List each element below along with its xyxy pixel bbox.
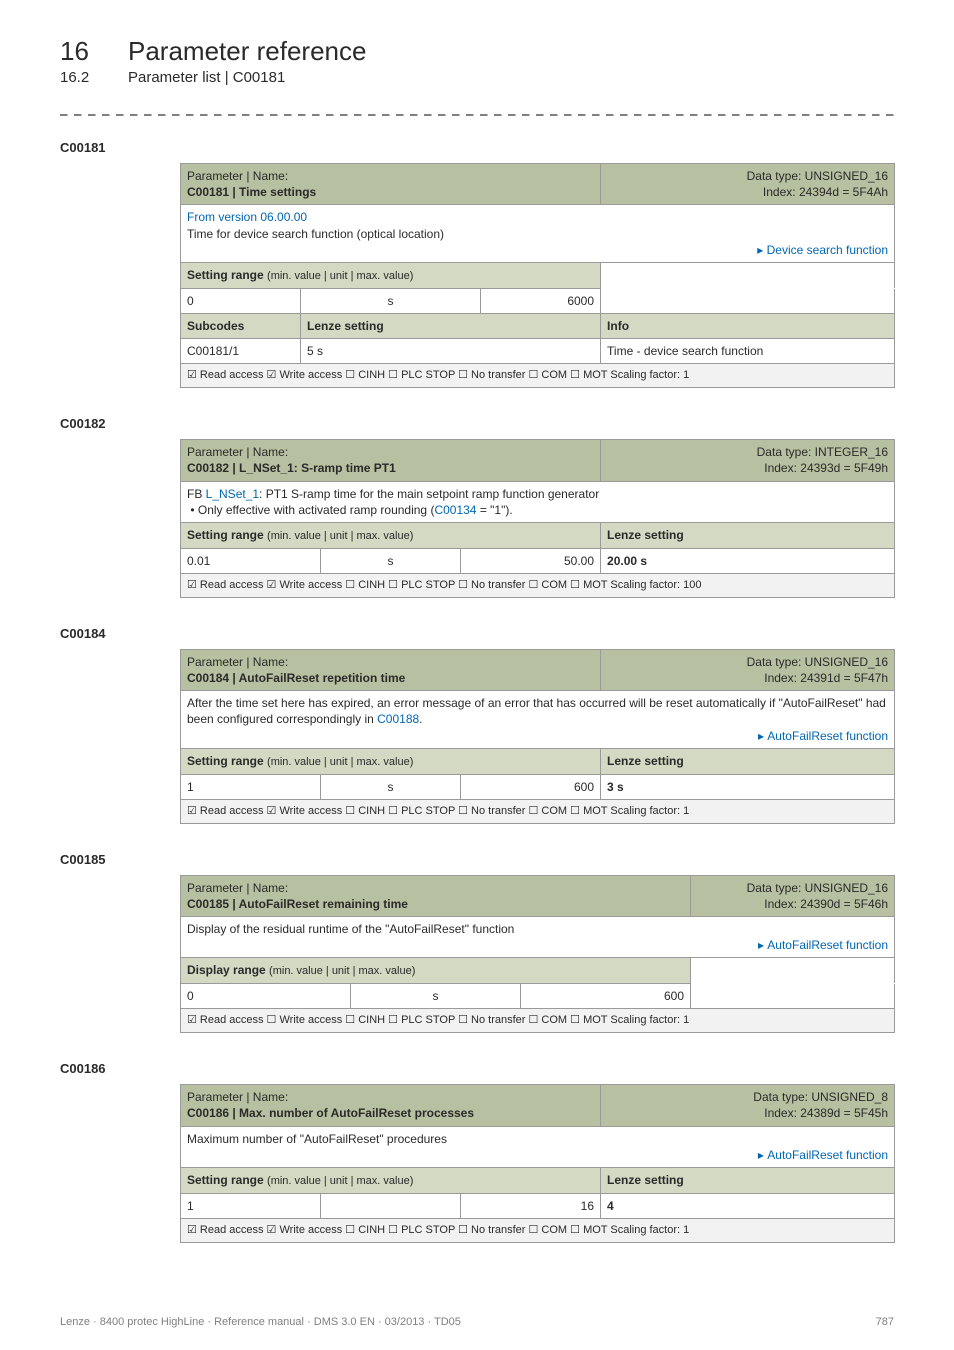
c186-desc: Maximum number of "AutoFailReset" proced… bbox=[187, 1131, 888, 1147]
param-name-c00182: C00182 | L_NSet_1: S-ramp time PT1 bbox=[187, 460, 594, 476]
c186-access: ☑ Read access ☑ Write access ☐ CINH ☐ PL… bbox=[181, 1219, 895, 1243]
lenze-setting-label: Lenze setting bbox=[601, 522, 895, 548]
param-heading-c00182: C00182 bbox=[60, 416, 894, 431]
table-c00186: Parameter | Name: C00186 | Max. number o… bbox=[180, 1084, 895, 1243]
c184-access: ☑ Read access ☑ Write access ☐ CINH ☐ PL… bbox=[181, 799, 895, 823]
setting-range-label: Setting range bbox=[187, 754, 264, 768]
c185-min: 0 bbox=[181, 984, 351, 1009]
c184-min: 1 bbox=[181, 774, 321, 799]
param-name-label: Parameter | Name: bbox=[187, 654, 594, 670]
c182-max: 50.00 bbox=[461, 548, 601, 573]
param-name-c00185: C00185 | AutoFailReset remaining time bbox=[187, 896, 684, 912]
link-autofailreset-function[interactable]: AutoFailReset function bbox=[758, 729, 888, 743]
param-name-label: Parameter | Name: bbox=[187, 1089, 594, 1105]
chapter-title: Parameter reference bbox=[128, 36, 366, 67]
lenze-setting-col-label: Lenze setting bbox=[301, 313, 601, 338]
param-heading-c00186: C00186 bbox=[60, 1061, 894, 1076]
index-c00186: Index: 24389d = 5F45h bbox=[607, 1105, 888, 1121]
param-heading-c00185: C00185 bbox=[60, 852, 894, 867]
c181-subcode: C00181/1 bbox=[181, 339, 301, 364]
dtype-c00185: Data type: UNSIGNED_16 bbox=[697, 880, 888, 896]
c181-max: 6000 bbox=[481, 288, 601, 313]
index-c00181: Index: 24394d = 5F4Ah bbox=[607, 184, 888, 200]
setting-range-suffix: (min. value | unit | max. value) bbox=[267, 530, 413, 542]
c184-desc1: After the time set here has expired, an … bbox=[187, 696, 886, 726]
c181-min: 0 bbox=[181, 288, 301, 313]
index-c00182: Index: 24393d = 5F49h bbox=[607, 460, 888, 476]
lenze-setting-label: Lenze setting bbox=[601, 748, 895, 774]
c185-max: 600 bbox=[521, 984, 691, 1009]
link-device-search-function[interactable]: Device search function bbox=[757, 243, 888, 257]
c185-desc: Display of the residual runtime of the "… bbox=[187, 921, 888, 937]
desc-c00181: Time for device search function (optical… bbox=[187, 226, 888, 242]
c182-min: 0.01 bbox=[181, 548, 321, 573]
c184-lenze: 3 s bbox=[607, 780, 624, 794]
index-c00185: Index: 24390d = 5F46h bbox=[697, 896, 888, 912]
c184-max: 600 bbox=[461, 774, 601, 799]
c182-fb-rest: : PT1 S-ramp time for the main setpoint … bbox=[259, 487, 599, 501]
dtype-c00186: Data type: UNSIGNED_8 bbox=[607, 1089, 888, 1105]
dtype-c00182: Data type: INTEGER_16 bbox=[607, 444, 888, 460]
index-c00184: Index: 24391d = 5F47h bbox=[607, 670, 888, 686]
param-name-c00186: C00186 | Max. number of AutoFailReset pr… bbox=[187, 1105, 594, 1121]
c184-desc2: . bbox=[419, 712, 422, 726]
param-name-label: Parameter | Name: bbox=[187, 880, 684, 896]
c182-access: ☑ Read access ☑ Write access ☐ CINH ☐ PL… bbox=[181, 573, 895, 597]
page-number: 787 bbox=[876, 1316, 894, 1328]
setting-range-suffix: (min. value | unit | max. value) bbox=[267, 270, 413, 282]
c186-min: 1 bbox=[181, 1193, 321, 1218]
table-c00184: Parameter | Name: C00184 | AutoFailReset… bbox=[180, 649, 895, 824]
link-c00188[interactable]: C00188 bbox=[377, 712, 419, 726]
param-name-label: Parameter | Name: bbox=[187, 444, 594, 460]
lenze-setting-label: Lenze setting bbox=[601, 1168, 895, 1194]
param-name-c00181: C00181 | Time settings bbox=[187, 184, 594, 200]
link-autofailreset-function[interactable]: AutoFailReset function bbox=[758, 938, 888, 952]
table-c00181: Parameter | Name: C00181 | Time settings… bbox=[180, 163, 895, 388]
dtype-c00181: Data type: UNSIGNED_16 bbox=[607, 168, 888, 184]
subcodes-label: Subcodes bbox=[181, 313, 301, 338]
setting-range-label: Setting range bbox=[187, 528, 264, 542]
param-name-label: Parameter | Name: bbox=[187, 168, 594, 184]
c186-max: 16 bbox=[461, 1193, 601, 1218]
param-heading-c00184: C00184 bbox=[60, 626, 894, 641]
setting-range-suffix: (min. value | unit | max. value) bbox=[267, 756, 413, 768]
c182-fb-prefix: FB bbox=[187, 487, 206, 501]
c181-sub-info: Time - device search function bbox=[601, 339, 895, 364]
c182-bullet: Only effective with activated ramp round… bbox=[187, 503, 434, 517]
c181-sub-setting: 5 s bbox=[301, 339, 601, 364]
c184-unit: s bbox=[321, 774, 461, 799]
display-range-label: Display range bbox=[187, 963, 266, 977]
section-title: Parameter list | C00181 bbox=[128, 69, 285, 86]
chapter-number: 16 bbox=[60, 36, 100, 67]
c186-lenze: 4 bbox=[607, 1199, 614, 1213]
param-name-c00184: C00184 | AutoFailReset repetition time bbox=[187, 670, 594, 686]
c185-unit: s bbox=[351, 984, 521, 1009]
setting-range-label: Setting range bbox=[187, 1173, 264, 1187]
link-autofailreset-function[interactable]: AutoFailReset function bbox=[758, 1148, 888, 1162]
param-heading-c00181: C00181 bbox=[60, 140, 894, 155]
c185-access: ☑ Read access ☐ Write access ☐ CINH ☐ PL… bbox=[181, 1009, 895, 1033]
c181-unit: s bbox=[301, 288, 481, 313]
footer-left: Lenze · 8400 protec HighLine · Reference… bbox=[60, 1316, 461, 1328]
display-range-suffix: (min. value | unit | max. value) bbox=[269, 965, 415, 977]
info-label: Info bbox=[601, 313, 895, 338]
divider bbox=[60, 114, 894, 116]
dtype-c00184: Data type: UNSIGNED_16 bbox=[607, 654, 888, 670]
setting-range-label: Setting range bbox=[187, 268, 264, 282]
c181-access: ☑ Read access ☑ Write access ☐ CINH ☐ PL… bbox=[181, 364, 895, 388]
c182-unit: s bbox=[321, 548, 461, 573]
setting-range-suffix: (min. value | unit | max. value) bbox=[267, 1175, 413, 1187]
link-c00134[interactable]: C00134 bbox=[434, 503, 476, 517]
c182-bullet-rest: = "1"). bbox=[476, 503, 512, 517]
from-version-c00181: From version 06.00.00 bbox=[187, 209, 888, 225]
table-c00182: Parameter | Name: C00182 | L_NSet_1: S-r… bbox=[180, 439, 895, 598]
c182-lenze: 20.00 s bbox=[607, 554, 647, 568]
c186-unit bbox=[321, 1193, 461, 1218]
section-number: 16.2 bbox=[60, 69, 100, 86]
link-l-nset-1[interactable]: L_NSet_1 bbox=[206, 487, 259, 501]
table-c00185: Parameter | Name: C00185 | AutoFailReset… bbox=[180, 875, 895, 1034]
